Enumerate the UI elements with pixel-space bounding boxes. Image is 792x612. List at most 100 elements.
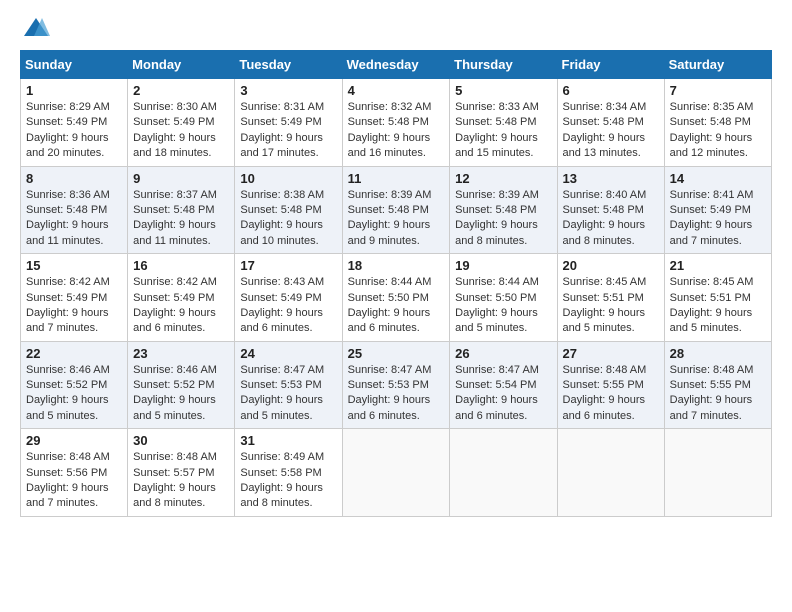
day-number: 12 bbox=[455, 171, 551, 186]
day-info: Sunrise: 8:30 AMSunset: 5:49 PMDaylight:… bbox=[133, 101, 217, 159]
day-info: Sunrise: 8:48 AMSunset: 5:57 PMDaylight:… bbox=[133, 451, 217, 509]
day-number: 23 bbox=[133, 346, 229, 361]
day-number: 18 bbox=[348, 258, 445, 273]
calendar-cell: 18 Sunrise: 8:44 AMSunset: 5:50 PMDaylig… bbox=[342, 254, 450, 342]
calendar-cell: 13 Sunrise: 8:40 AMSunset: 5:48 PMDaylig… bbox=[557, 166, 664, 254]
calendar-cell: 11 Sunrise: 8:39 AMSunset: 5:48 PMDaylig… bbox=[342, 166, 450, 254]
day-number: 8 bbox=[26, 171, 122, 186]
day-number: 4 bbox=[348, 83, 445, 98]
calendar-cell: 14 Sunrise: 8:41 AMSunset: 5:49 PMDaylig… bbox=[664, 166, 771, 254]
calendar-cell bbox=[664, 429, 771, 517]
day-number: 10 bbox=[240, 171, 336, 186]
col-header-thursday: Thursday bbox=[450, 51, 557, 79]
day-number: 9 bbox=[133, 171, 229, 186]
day-number: 24 bbox=[240, 346, 336, 361]
calendar-body: 1 Sunrise: 8:29 AMSunset: 5:49 PMDayligh… bbox=[21, 79, 772, 517]
calendar-cell bbox=[450, 429, 557, 517]
day-number: 2 bbox=[133, 83, 229, 98]
day-number: 26 bbox=[455, 346, 551, 361]
day-number: 27 bbox=[563, 346, 659, 361]
day-number: 20 bbox=[563, 258, 659, 273]
day-number: 14 bbox=[670, 171, 766, 186]
day-info: Sunrise: 8:47 AMSunset: 5:54 PMDaylight:… bbox=[455, 364, 539, 422]
day-number: 15 bbox=[26, 258, 122, 273]
calendar-week-2: 8 Sunrise: 8:36 AMSunset: 5:48 PMDayligh… bbox=[21, 166, 772, 254]
calendar-header-row: SundayMondayTuesdayWednesdayThursdayFrid… bbox=[21, 51, 772, 79]
day-info: Sunrise: 8:32 AMSunset: 5:48 PMDaylight:… bbox=[348, 101, 432, 159]
day-info: Sunrise: 8:38 AMSunset: 5:48 PMDaylight:… bbox=[240, 189, 324, 247]
calendar-cell: 31 Sunrise: 8:49 AMSunset: 5:58 PMDaylig… bbox=[235, 429, 342, 517]
calendar-cell: 4 Sunrise: 8:32 AMSunset: 5:48 PMDayligh… bbox=[342, 79, 450, 167]
day-info: Sunrise: 8:44 AMSunset: 5:50 PMDaylight:… bbox=[348, 276, 432, 334]
day-info: Sunrise: 8:31 AMSunset: 5:49 PMDaylight:… bbox=[240, 101, 324, 159]
day-info: Sunrise: 8:44 AMSunset: 5:50 PMDaylight:… bbox=[455, 276, 539, 334]
calendar-cell: 6 Sunrise: 8:34 AMSunset: 5:48 PMDayligh… bbox=[557, 79, 664, 167]
calendar-cell: 20 Sunrise: 8:45 AMSunset: 5:51 PMDaylig… bbox=[557, 254, 664, 342]
calendar-cell: 27 Sunrise: 8:48 AMSunset: 5:55 PMDaylig… bbox=[557, 341, 664, 429]
calendar-week-3: 15 Sunrise: 8:42 AMSunset: 5:49 PMDaylig… bbox=[21, 254, 772, 342]
col-header-saturday: Saturday bbox=[664, 51, 771, 79]
day-number: 5 bbox=[455, 83, 551, 98]
day-info: Sunrise: 8:48 AMSunset: 5:56 PMDaylight:… bbox=[26, 451, 110, 509]
calendar-cell: 10 Sunrise: 8:38 AMSunset: 5:48 PMDaylig… bbox=[235, 166, 342, 254]
logo-icon bbox=[22, 14, 50, 42]
col-header-friday: Friday bbox=[557, 51, 664, 79]
day-number: 22 bbox=[26, 346, 122, 361]
calendar-cell: 2 Sunrise: 8:30 AMSunset: 5:49 PMDayligh… bbox=[128, 79, 235, 167]
day-info: Sunrise: 8:48 AMSunset: 5:55 PMDaylight:… bbox=[563, 364, 647, 422]
day-info: Sunrise: 8:35 AMSunset: 5:48 PMDaylight:… bbox=[670, 101, 754, 159]
calendar-cell: 30 Sunrise: 8:48 AMSunset: 5:57 PMDaylig… bbox=[128, 429, 235, 517]
day-info: Sunrise: 8:37 AMSunset: 5:48 PMDaylight:… bbox=[133, 189, 217, 247]
calendar-cell: 15 Sunrise: 8:42 AMSunset: 5:49 PMDaylig… bbox=[21, 254, 128, 342]
day-info: Sunrise: 8:42 AMSunset: 5:49 PMDaylight:… bbox=[26, 276, 110, 334]
day-info: Sunrise: 8:33 AMSunset: 5:48 PMDaylight:… bbox=[455, 101, 539, 159]
calendar-week-1: 1 Sunrise: 8:29 AMSunset: 5:49 PMDayligh… bbox=[21, 79, 772, 167]
calendar-week-5: 29 Sunrise: 8:48 AMSunset: 5:56 PMDaylig… bbox=[21, 429, 772, 517]
calendar-cell: 22 Sunrise: 8:46 AMSunset: 5:52 PMDaylig… bbox=[21, 341, 128, 429]
calendar-cell: 25 Sunrise: 8:47 AMSunset: 5:53 PMDaylig… bbox=[342, 341, 450, 429]
day-number: 30 bbox=[133, 433, 229, 448]
calendar-cell: 12 Sunrise: 8:39 AMSunset: 5:48 PMDaylig… bbox=[450, 166, 557, 254]
col-header-sunday: Sunday bbox=[21, 51, 128, 79]
header bbox=[20, 16, 772, 42]
col-header-monday: Monday bbox=[128, 51, 235, 79]
day-number: 29 bbox=[26, 433, 122, 448]
day-info: Sunrise: 8:42 AMSunset: 5:49 PMDaylight:… bbox=[133, 276, 217, 334]
calendar-cell: 7 Sunrise: 8:35 AMSunset: 5:48 PMDayligh… bbox=[664, 79, 771, 167]
calendar-cell: 5 Sunrise: 8:33 AMSunset: 5:48 PMDayligh… bbox=[450, 79, 557, 167]
day-info: Sunrise: 8:47 AMSunset: 5:53 PMDaylight:… bbox=[348, 364, 432, 422]
calendar-cell: 23 Sunrise: 8:46 AMSunset: 5:52 PMDaylig… bbox=[128, 341, 235, 429]
day-number: 17 bbox=[240, 258, 336, 273]
calendar-cell: 28 Sunrise: 8:48 AMSunset: 5:55 PMDaylig… bbox=[664, 341, 771, 429]
col-header-wednesday: Wednesday bbox=[342, 51, 450, 79]
calendar-cell: 16 Sunrise: 8:42 AMSunset: 5:49 PMDaylig… bbox=[128, 254, 235, 342]
calendar-cell: 29 Sunrise: 8:48 AMSunset: 5:56 PMDaylig… bbox=[21, 429, 128, 517]
calendar-cell: 3 Sunrise: 8:31 AMSunset: 5:49 PMDayligh… bbox=[235, 79, 342, 167]
calendar-cell: 1 Sunrise: 8:29 AMSunset: 5:49 PMDayligh… bbox=[21, 79, 128, 167]
day-number: 3 bbox=[240, 83, 336, 98]
calendar-cell: 19 Sunrise: 8:44 AMSunset: 5:50 PMDaylig… bbox=[450, 254, 557, 342]
calendar-cell: 24 Sunrise: 8:47 AMSunset: 5:53 PMDaylig… bbox=[235, 341, 342, 429]
day-info: Sunrise: 8:48 AMSunset: 5:55 PMDaylight:… bbox=[670, 364, 754, 422]
col-header-tuesday: Tuesday bbox=[235, 51, 342, 79]
calendar-week-4: 22 Sunrise: 8:46 AMSunset: 5:52 PMDaylig… bbox=[21, 341, 772, 429]
day-number: 25 bbox=[348, 346, 445, 361]
calendar-cell bbox=[557, 429, 664, 517]
day-info: Sunrise: 8:46 AMSunset: 5:52 PMDaylight:… bbox=[26, 364, 110, 422]
day-number: 31 bbox=[240, 433, 336, 448]
day-info: Sunrise: 8:41 AMSunset: 5:49 PMDaylight:… bbox=[670, 189, 754, 247]
calendar-cell: 21 Sunrise: 8:45 AMSunset: 5:51 PMDaylig… bbox=[664, 254, 771, 342]
day-info: Sunrise: 8:39 AMSunset: 5:48 PMDaylight:… bbox=[455, 189, 539, 247]
day-info: Sunrise: 8:47 AMSunset: 5:53 PMDaylight:… bbox=[240, 364, 324, 422]
day-info: Sunrise: 8:43 AMSunset: 5:49 PMDaylight:… bbox=[240, 276, 324, 334]
calendar-cell bbox=[342, 429, 450, 517]
calendar-cell: 9 Sunrise: 8:37 AMSunset: 5:48 PMDayligh… bbox=[128, 166, 235, 254]
day-info: Sunrise: 8:36 AMSunset: 5:48 PMDaylight:… bbox=[26, 189, 110, 247]
calendar-cell: 26 Sunrise: 8:47 AMSunset: 5:54 PMDaylig… bbox=[450, 341, 557, 429]
day-info: Sunrise: 8:49 AMSunset: 5:58 PMDaylight:… bbox=[240, 451, 324, 509]
calendar-cell: 8 Sunrise: 8:36 AMSunset: 5:48 PMDayligh… bbox=[21, 166, 128, 254]
logo bbox=[20, 16, 50, 42]
day-info: Sunrise: 8:40 AMSunset: 5:48 PMDaylight:… bbox=[563, 189, 647, 247]
day-number: 28 bbox=[670, 346, 766, 361]
calendar-cell: 17 Sunrise: 8:43 AMSunset: 5:49 PMDaylig… bbox=[235, 254, 342, 342]
